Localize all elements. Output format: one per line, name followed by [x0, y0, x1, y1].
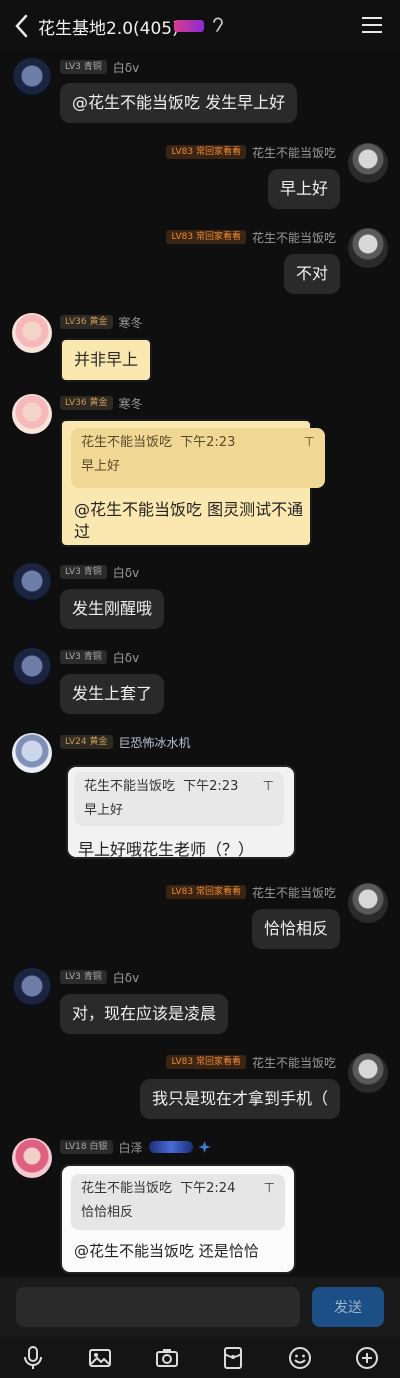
quoted-text: 早上好 [84, 803, 124, 818]
avatar[interactable] [12, 313, 52, 353]
quoted-message[interactable]: 花生不能当饭吃 下午2:23 ⊤ 早上好 [71, 428, 325, 488]
message-bubble[interactable]: 我只是现在才拿到手机（ [139, 1079, 340, 1119]
sender-meta: LV36 黄金 寒冬 [60, 395, 143, 411]
quote-arrow-icon: ⊤ [262, 779, 274, 794]
quoted-time: 下午2:23 [180, 435, 236, 450]
sender-name: 白δv [112, 565, 140, 580]
level-badge: LV3 青铜 [60, 60, 107, 74]
avatar[interactable] [348, 228, 388, 268]
quoted-time: 下午2:24 [180, 1181, 236, 1196]
level-badge: LV36 黄金 [60, 396, 113, 410]
message-bubble[interactable]: 并非早上 [60, 338, 153, 382]
sender-name: 寒冬 [118, 315, 143, 330]
sender-meta: LV24 黄金 巨恐怖冰水机 [60, 734, 191, 750]
message-bubble[interactable]: 恰恰相反 [251, 909, 340, 949]
sender-meta: LV83 常回家看看 花生不能当饭吃 [166, 884, 336, 900]
message-list[interactable]: LV3 青铜 白δv @花生不能当饭吃 发生早上好 LV83 常回家看看 花生不… [0, 52, 400, 1277]
avatar[interactable] [348, 883, 388, 923]
plus-icon[interactable] [354, 1345, 380, 1371]
avatar[interactable] [12, 648, 52, 688]
level-badge: LV36 黄金 [60, 315, 113, 329]
sender-name: 寒冬 [118, 396, 143, 411]
quoted-text: 恰恰相反 [81, 1205, 134, 1220]
quoted-message[interactable]: 花生不能当饭吃 下午2:23 ⊤ 早上好 [74, 772, 284, 826]
sender-name: 花生不能当饭吃 [251, 885, 336, 900]
camera-icon[interactable] [154, 1345, 180, 1371]
ear-icon[interactable] [210, 16, 224, 34]
group-badge-icon [174, 20, 204, 32]
message-text: @花生不能当饭吃 还是恰恰 [74, 1242, 259, 1260]
quoted-author: 花生不能当饭吃 [84, 779, 176, 794]
avatar[interactable] [348, 1053, 388, 1093]
message-bubble[interactable]: 发生刚醒哦 [60, 589, 165, 629]
avatar[interactable] [12, 1138, 52, 1178]
sender-name: 花生不能当饭吃 [251, 145, 336, 160]
message-text: @花生不能当饭吃 图灵测试不通 [74, 500, 304, 519]
sender-name: 花生不能当饭吃 [251, 230, 336, 245]
quoted-author: 花生不能当饭吃 [81, 435, 173, 450]
quoted-text: 早上好 [81, 459, 121, 474]
avatar[interactable] [12, 563, 52, 603]
sender-meta: LV83 常回家看看 花生不能当饭吃 [166, 229, 336, 245]
sender-name: 白δv [112, 970, 140, 985]
message-bubble[interactable]: 对，现在应该是凌晨 [60, 994, 229, 1034]
sender-meta: LV3 青铜 白δv [60, 59, 139, 75]
bottom-toolbar [0, 1337, 400, 1378]
level-badge: LV83 常回家看看 [166, 230, 246, 244]
level-badge: LV18 白银 [60, 1140, 113, 1154]
avatar[interactable] [348, 143, 388, 183]
input-bar: 发送 [0, 1277, 400, 1337]
avatar[interactable] [12, 968, 52, 1008]
chat-header: 花生基地2.0(405) [0, 0, 400, 52]
sender-name: 白泽 [118, 1140, 143, 1155]
message-bubble[interactable]: @花生不能当饭吃 发生早上好 [60, 83, 298, 123]
red-packet-icon[interactable] [220, 1345, 246, 1371]
quoted-author: 花生不能当饭吃 [81, 1181, 173, 1196]
sender-name: 白δv [112, 650, 140, 665]
level-badge: LV83 常回家看看 [166, 885, 246, 899]
quote-arrow-icon: ⊤ [303, 435, 315, 450]
emoji-icon[interactable] [287, 1345, 313, 1371]
image-icon[interactable] [87, 1345, 113, 1371]
sender-meta: LV3 青铜 白δv [60, 649, 139, 665]
avatar[interactable] [12, 58, 52, 98]
level-badge: LV24 黄金 [60, 735, 113, 749]
sender-meta: LV83 常回家看看 花生不能当饭吃 [166, 1054, 336, 1070]
avatar[interactable] [12, 733, 52, 773]
avatar[interactable] [12, 394, 52, 434]
sender-meta: LV36 黄金 寒冬 [60, 314, 143, 330]
message-input[interactable] [16, 1287, 300, 1327]
title-badge-icon [148, 1141, 193, 1153]
quoted-message[interactable]: 花生不能当饭吃 下午2:24 ⊤ 恰恰相反 [71, 1174, 285, 1230]
sender-name: 花生不能当饭吃 [251, 1055, 336, 1070]
sender-meta: LV3 青铜 白δv [60, 969, 139, 985]
sender-meta: LV18 白银 白泽 [60, 1139, 211, 1155]
level-badge: LV3 青铜 [60, 565, 107, 579]
chevron-left-icon[interactable] [10, 12, 34, 40]
send-button[interactable]: 发送 [312, 1287, 384, 1327]
message-bubble[interactable]: 不对 [283, 254, 340, 294]
message-text: 早上好哦花生老师（？） [78, 840, 255, 859]
sender-name: 巨恐怖冰水机 [118, 735, 191, 750]
message-bubble[interactable]: 早上好 [267, 169, 340, 209]
level-badge: LV3 青铜 [60, 650, 107, 664]
level-badge: LV83 常回家看看 [166, 1055, 246, 1069]
quoted-time: 下午2:23 [183, 779, 239, 794]
chat-title[interactable]: 花生基地2.0(405) [38, 14, 179, 39]
sender-meta: LV3 青铜 白δv [60, 564, 139, 580]
microphone-icon[interactable] [20, 1345, 46, 1371]
sender-meta: LV83 常回家看看 花生不能当饭吃 [166, 144, 336, 160]
quote-arrow-icon: ⊤ [263, 1181, 275, 1196]
message-text: 过 [74, 522, 91, 541]
message-bubble[interactable]: 发生上套了 [60, 674, 165, 714]
menu-icon[interactable] [362, 16, 382, 34]
level-badge: LV83 常回家看看 [166, 145, 246, 159]
sparkle-icon [198, 1141, 211, 1153]
sender-name: 白δv [112, 60, 140, 75]
level-badge: LV3 青铜 [60, 970, 107, 984]
